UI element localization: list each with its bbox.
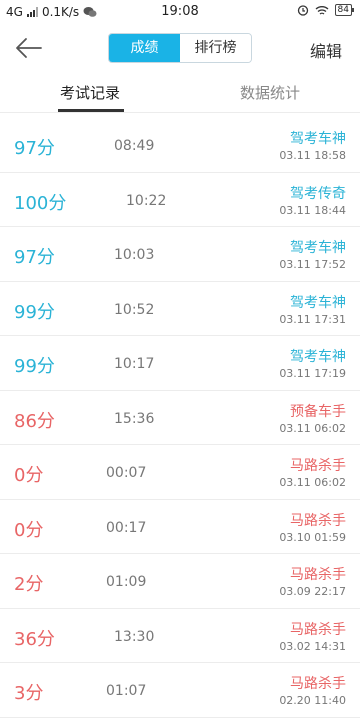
record-row[interactable]: 36分 13:30 马路杀手 03.02 14:31 bbox=[0, 609, 360, 663]
record-duration: 13:30 bbox=[114, 628, 155, 645]
record-duration: 10:17 bbox=[114, 356, 155, 372]
alarm-icon bbox=[297, 5, 308, 16]
record-duration: 00:07 bbox=[106, 465, 147, 481]
record-title: 马路杀手 bbox=[290, 567, 346, 583]
record-date: 03.09 22:17 bbox=[279, 585, 346, 598]
record-title: 驾考传奇 bbox=[290, 185, 346, 202]
record-row[interactable]: 97分 08:49 驾考车神 03.11 18:58 bbox=[0, 118, 360, 173]
record-score: 99分 bbox=[14, 301, 55, 323]
record-score: 86分 bbox=[14, 410, 55, 432]
record-title: 马路杀手 bbox=[290, 512, 346, 529]
record-date: 03.11 17:19 bbox=[279, 367, 346, 380]
record-duration: 00:17 bbox=[106, 519, 147, 536]
record-duration: 08:49 bbox=[114, 138, 155, 154]
record-score: 3分 bbox=[14, 683, 44, 704]
record-title: 驾考车神 bbox=[290, 349, 346, 365]
record-row[interactable]: 0分 00:07 马路杀手 03.11 06:02 bbox=[0, 445, 360, 500]
tab-bar: 考试记录 数据统计 bbox=[0, 72, 360, 113]
record-score: 99分 bbox=[14, 356, 55, 377]
record-duration: 10:03 bbox=[114, 247, 155, 263]
record-date: 03.11 18:44 bbox=[279, 203, 346, 217]
record-row[interactable]: 3分 01:07 马路杀手 02.20 11:40 bbox=[0, 663, 360, 718]
record-title: 驾考车神 bbox=[290, 131, 346, 147]
status-bar: 4G 0.1K/s 19:08 84 bbox=[0, 0, 360, 24]
record-title: 马路杀手 bbox=[290, 676, 346, 692]
tab-indicator bbox=[58, 109, 124, 112]
tab-statistics[interactable]: 数据统计 bbox=[240, 82, 300, 103]
record-date: 03.10 01:59 bbox=[279, 530, 346, 544]
back-arrow-icon[interactable] bbox=[14, 36, 44, 60]
record-date: 03.02 14:31 bbox=[279, 639, 346, 653]
record-title: 驾考车神 bbox=[290, 294, 346, 311]
record-duration: 10:52 bbox=[114, 301, 155, 318]
record-row[interactable]: 97分 10:03 驾考车神 03.11 17:52 bbox=[0, 227, 360, 282]
record-date: 03.11 17:52 bbox=[279, 258, 346, 271]
record-row[interactable]: 86分 15:36 预备车手 03.11 06:02 bbox=[0, 391, 360, 445]
record-score: 0分 bbox=[14, 465, 44, 486]
tab-exam-records[interactable]: 考试记录 bbox=[60, 82, 120, 103]
wifi-icon bbox=[315, 5, 328, 15]
record-date: 03.11 06:02 bbox=[279, 476, 346, 489]
record-date: 03.11 06:02 bbox=[279, 421, 346, 435]
record-duration: 10:22 bbox=[126, 192, 167, 209]
record-score: 0分 bbox=[14, 519, 44, 541]
record-date: 03.11 18:58 bbox=[279, 149, 346, 162]
record-title: 马路杀手 bbox=[290, 458, 346, 474]
record-score: 2分 bbox=[14, 574, 44, 595]
battery-level: 84 bbox=[337, 5, 349, 15]
record-title: 马路杀手 bbox=[290, 621, 346, 638]
record-row[interactable]: 99分 10:52 驾考车神 03.11 17:31 bbox=[0, 282, 360, 336]
battery-icon: 84 bbox=[334, 4, 355, 16]
segment-control: 成绩 排行榜 bbox=[108, 33, 252, 63]
segment-leaderboard[interactable]: 排行榜 bbox=[180, 34, 251, 62]
record-score: 100分 bbox=[14, 192, 67, 214]
record-list: 97分 08:49 驾考车神 03.11 18:58 100分 10:22 驾考传奇 03.1… bbox=[0, 118, 360, 718]
record-date: 03.11 17:31 bbox=[279, 312, 346, 326]
record-score: 36分 bbox=[14, 628, 55, 650]
record-duration: 01:07 bbox=[106, 683, 147, 699]
record-row[interactable]: 2分 01:09 马路杀手 03.09 22:17 bbox=[0, 554, 360, 609]
status-right: 84 bbox=[297, 4, 355, 16]
record-title: 驾考车神 bbox=[290, 240, 346, 256]
edit-button[interactable]: 编辑 bbox=[310, 38, 342, 62]
record-duration: 01:09 bbox=[106, 574, 147, 590]
segment-scores[interactable]: 成绩 bbox=[109, 34, 180, 62]
record-duration: 15:36 bbox=[114, 410, 155, 427]
record-row[interactable]: 100分 10:22 驾考传奇 03.11 18:44 bbox=[0, 173, 360, 227]
record-score: 97分 bbox=[14, 247, 55, 268]
nav-bar: 成绩 排行榜 编辑 bbox=[0, 24, 360, 72]
record-row[interactable]: 0分 00:17 马路杀手 03.10 01:59 bbox=[0, 500, 360, 554]
record-date: 02.20 11:40 bbox=[279, 694, 346, 707]
record-title: 预备车手 bbox=[290, 403, 346, 420]
record-row[interactable]: 99分 10:17 驾考车神 03.11 17:19 bbox=[0, 336, 360, 391]
record-score: 97分 bbox=[14, 138, 55, 159]
